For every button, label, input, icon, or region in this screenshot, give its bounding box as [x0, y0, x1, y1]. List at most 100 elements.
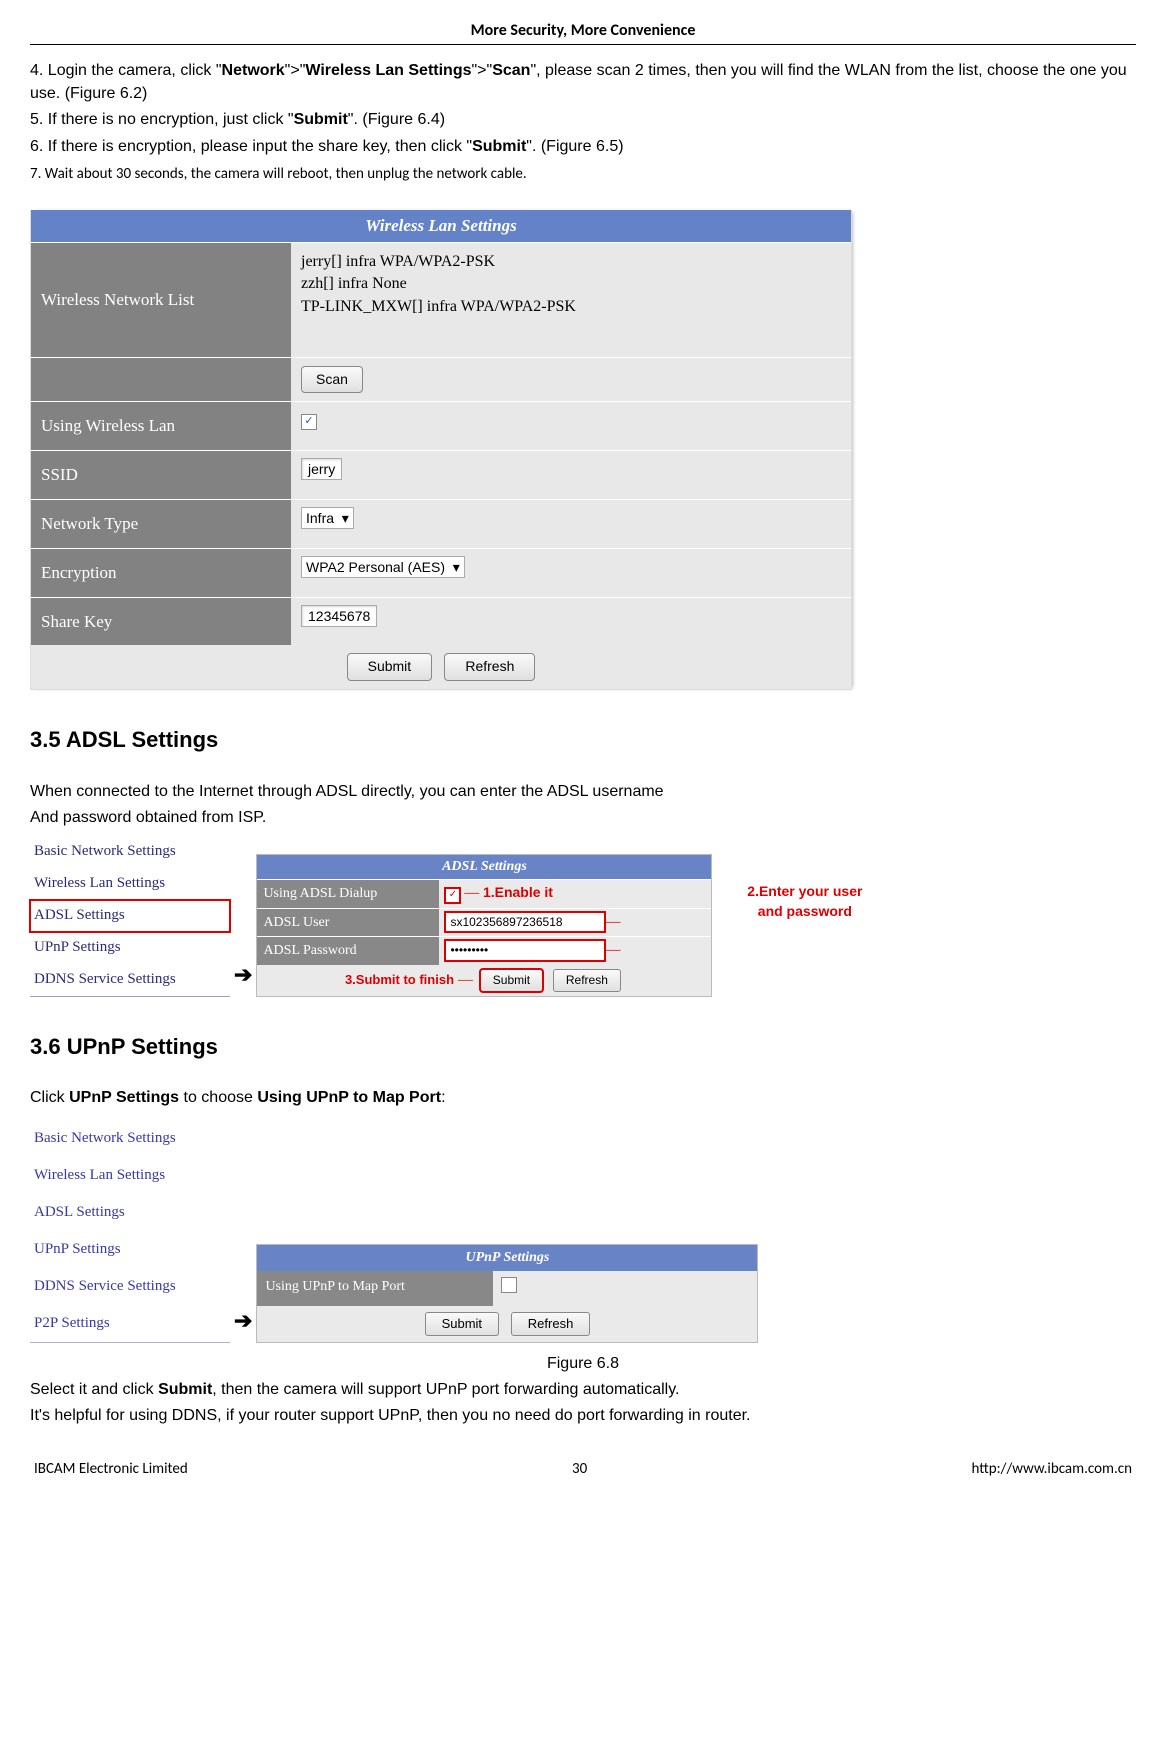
section-3-6-heading: 3.6 UPnP Settings [30, 1032, 1136, 1063]
submit-button[interactable]: Submit [347, 653, 433, 681]
instruction-7: 7. Wait about 30 seconds, the camera wil… [30, 164, 1136, 185]
bold: UPnP Settings [69, 1089, 179, 1106]
text: to choose [179, 1089, 257, 1106]
adsl-dialup-checkbox[interactable]: ✓ [445, 888, 460, 903]
text: ">" [472, 62, 493, 79]
footer-page-number: 30 [188, 1459, 972, 1480]
nav-item[interactable]: UPnP Settings [30, 932, 230, 964]
network-type-select[interactable]: Infra ▾ [301, 507, 354, 529]
text: Click [30, 1089, 69, 1106]
instruction-4: 4. Login the camera, click "Network">"Wi… [30, 60, 1136, 105]
wireless-footer: Submit Refresh [31, 645, 851, 689]
wireless-network-list[interactable]: jerry[] infra WPA/WPA2-PSK zzh[] infra N… [291, 243, 851, 357]
nav-item[interactable]: ADSL Settings [30, 1194, 230, 1231]
upnp-footer: Submit Refresh [257, 1306, 757, 1342]
note-enable: 1.Enable it [483, 884, 553, 900]
select-value: Infra [306, 510, 334, 526]
nav-item[interactable]: DDNS Service Settings [30, 1268, 230, 1305]
note-enter-user: 2.Enter your user [747, 882, 862, 902]
adsl-refresh-button[interactable]: Refresh [553, 969, 621, 992]
share-key-input[interactable]: 12345678 [301, 605, 377, 627]
nav-item-adsl[interactable]: ADSL Settings [30, 900, 230, 932]
text: ". (Figure 6.5) [526, 138, 623, 155]
encryption-select[interactable]: WPA2 Personal (AES) ▾ [301, 556, 465, 578]
upnp-title: UPnP Settings [257, 1245, 757, 1271]
upnp-submit-button[interactable]: Submit [425, 1312, 499, 1336]
adsl-footer: 3.Submit to finish— Submit Refresh [257, 965, 711, 996]
adsl-submit-button[interactable]: Submit [480, 969, 543, 992]
note-submit: 3.Submit to finish [345, 972, 454, 987]
nav-item[interactable]: P2P Settings [30, 1305, 230, 1342]
text: 4. Login the camera, click " [30, 62, 222, 79]
adsl-figure: Basic Network Settings Wireless Lan Sett… [30, 836, 1136, 997]
using-wireless-label: Using Wireless Lan [31, 402, 291, 450]
arrow-icon: ➔ [230, 960, 256, 997]
adsl-password-cell: •••••••••— [439, 937, 711, 965]
bold: Network [222, 62, 285, 79]
wifi-option[interactable]: jerry[] infra WPA/WPA2-PSK [301, 251, 841, 273]
text: , then the camera will support UPnP port… [212, 1381, 679, 1398]
wireless-settings-panel: Wireless Lan Settings Wireless Network L… [30, 210, 852, 690]
upnp-refresh-button[interactable]: Refresh [511, 1312, 591, 1336]
bold: Submit [158, 1381, 212, 1398]
adsl-p2: And password obtained from ISP. [30, 807, 1136, 829]
scan-cell: Scan [291, 358, 851, 402]
nav-item[interactable]: Wireless Lan Settings [30, 868, 230, 900]
wifi-option[interactable]: zzh[] infra None [301, 273, 841, 295]
encryption-label: Encryption [31, 549, 291, 597]
arrow-icon: ➔ [230, 1306, 256, 1343]
ssid-label: SSID [31, 451, 291, 499]
blank-label [31, 358, 291, 402]
wifi-option[interactable]: TP-LINK_MXW[] infra WPA/WPA2-PSK [301, 296, 841, 318]
upnp-map-cell [493, 1271, 757, 1306]
footer-right: http://www.ibcam.com.cn [972, 1459, 1132, 1480]
select-value: WPA2 Personal (AES) [306, 559, 445, 575]
instruction-5: 5. If there is no encryption, just click… [30, 109, 1136, 131]
nav-item[interactable]: UPnP Settings [30, 1231, 230, 1268]
adsl-title: ADSL Settings [257, 855, 711, 879]
adsl-p1: When connected to the Internet through A… [30, 781, 1136, 803]
network-type-cell: Infra ▾ [291, 500, 851, 548]
upnp-map-checkbox[interactable] [501, 1277, 517, 1293]
nav-item[interactable]: Wireless Lan Settings [30, 1157, 230, 1194]
nav-item[interactable]: Basic Network Settings [30, 1120, 230, 1157]
nav-item[interactable]: Basic Network Settings [30, 836, 230, 868]
upnp-figure: Basic Network Settings Wireless Lan Sett… [30, 1120, 1136, 1343]
adsl-user-cell: sx102356897236518— [439, 909, 711, 937]
instruction-6: 6. If there is encryption, please input … [30, 136, 1136, 158]
refresh-button[interactable]: Refresh [444, 653, 535, 681]
text: 6. If there is encryption, please input … [30, 138, 472, 155]
upnp-intro: Click UPnP Settings to choose Using UPnP… [30, 1087, 1136, 1109]
adsl-password-label: ADSL Password [257, 937, 439, 965]
bold: Scan [492, 62, 530, 79]
text: ". (Figure 6.4) [348, 111, 445, 128]
adsl-password-input[interactable]: ••••••••• [445, 940, 605, 961]
figure-6-8-caption: Figure 6.8 [30, 1353, 1136, 1375]
footer-left: IBCAM Electronic Limited [34, 1459, 188, 1480]
page-footer: IBCAM Electronic Limited 30 http://www.i… [30, 1458, 1136, 1480]
closing-1: Select it and click Submit, then the cam… [30, 1379, 1136, 1401]
wireless-title: Wireless Lan Settings [31, 210, 851, 242]
text: : [441, 1089, 445, 1106]
bold: Submit [294, 111, 348, 128]
text: ">" [285, 62, 306, 79]
adsl-dialup-label: Using ADSL Dialup [257, 880, 439, 908]
adsl-user-label: ADSL User [257, 909, 439, 937]
nav-item[interactable]: DDNS Service Settings [30, 964, 230, 996]
text: Select it and click [30, 1381, 158, 1398]
upnp-nav: Basic Network Settings Wireless Lan Sett… [30, 1120, 230, 1343]
section-3-5-heading: 3.5 ADSL Settings [30, 725, 1136, 756]
network-type-label: Network Type [31, 500, 291, 548]
scan-button[interactable]: Scan [301, 366, 363, 394]
ssid-input[interactable]: jerry [301, 458, 342, 480]
note-enter-pass: and password [747, 902, 862, 922]
closing-2: It's helpful for using DDNS, if your rou… [30, 1405, 1136, 1427]
share-key-cell: 12345678 [291, 598, 851, 646]
adsl-nav: Basic Network Settings Wireless Lan Sett… [30, 836, 230, 997]
adsl-dialup-cell: ✓ — 1.Enable it [439, 880, 711, 908]
adsl-user-input[interactable]: sx102356897236518 [445, 912, 605, 933]
upnp-map-label: Using UPnP to Map Port [257, 1271, 493, 1306]
using-wireless-checkbox[interactable]: ✓ [301, 414, 317, 430]
page-header: More Security, More Convenience [30, 20, 1136, 45]
ssid-cell: jerry [291, 451, 851, 499]
